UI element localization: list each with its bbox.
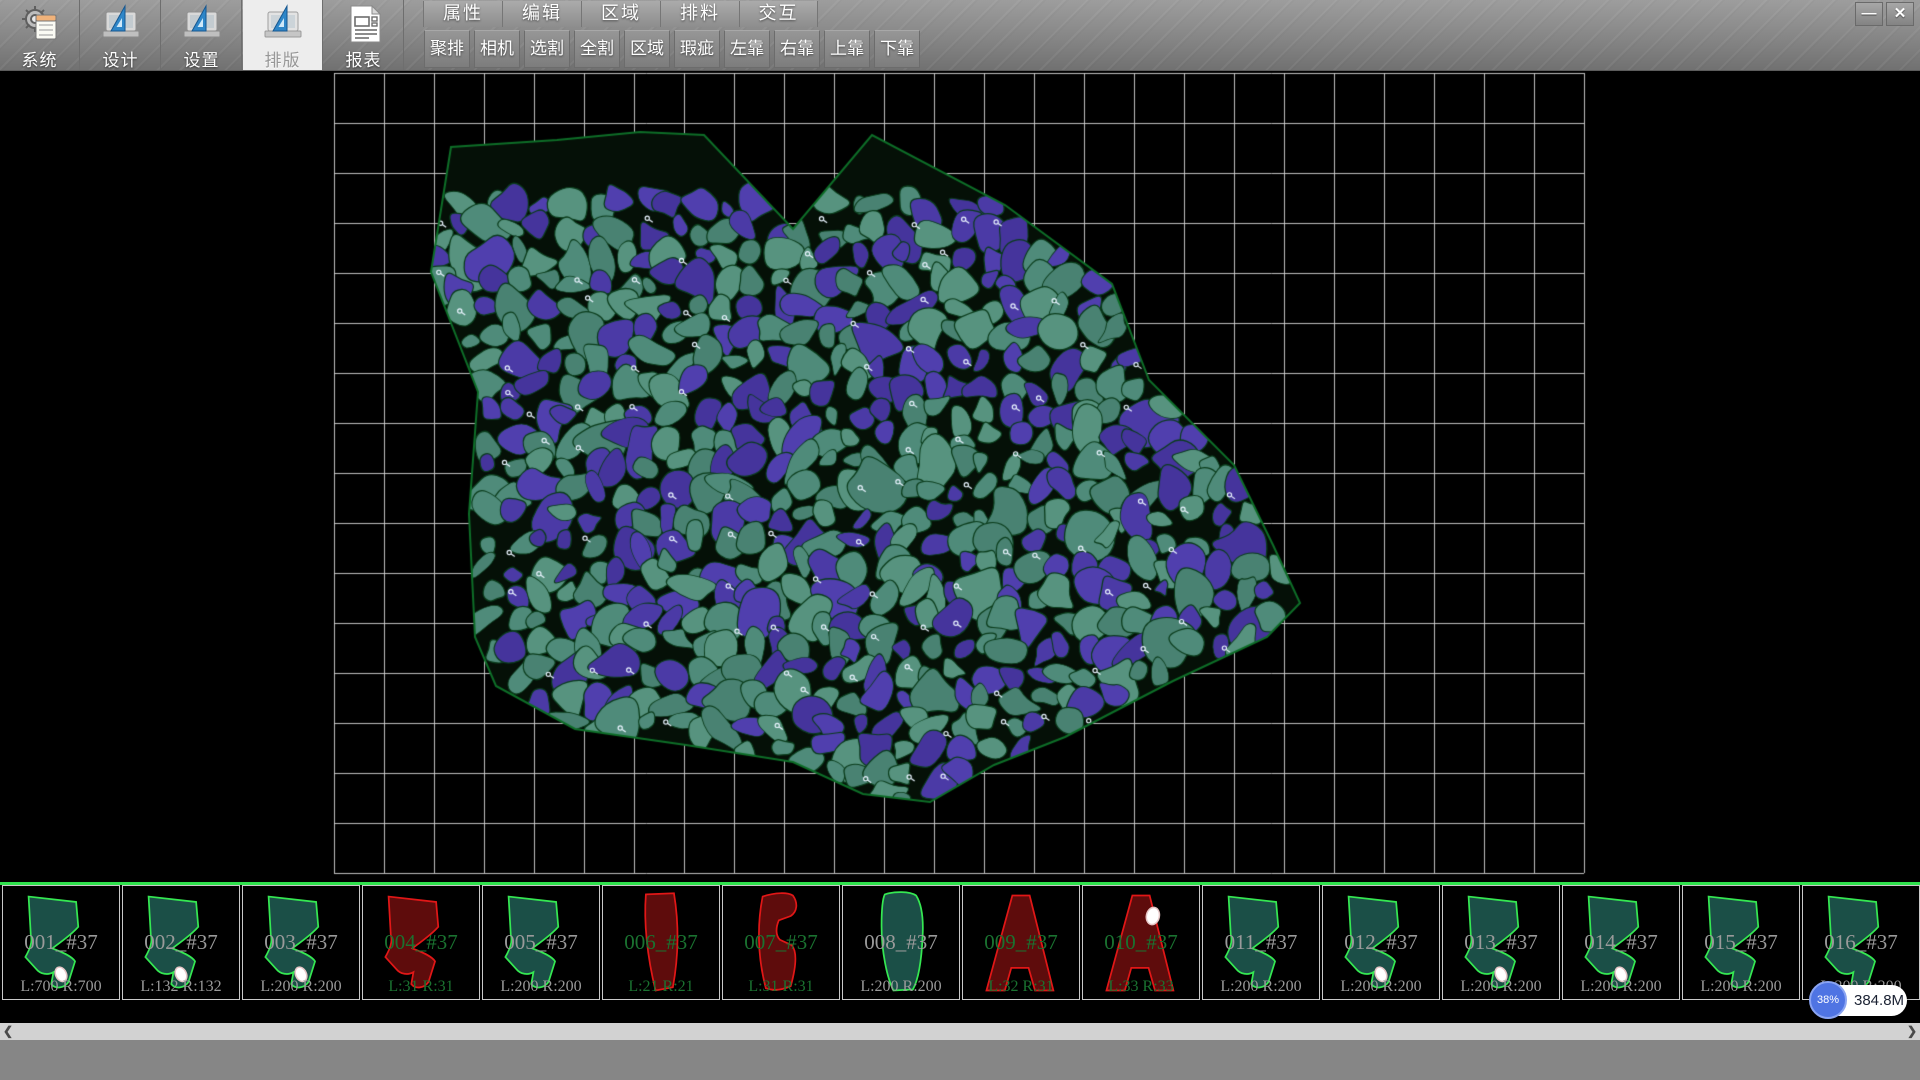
piece-thumbnail-shape: [1687, 888, 1795, 998]
piece-thumbnail-shape: [247, 888, 355, 998]
piece-thumbnail-shape: [367, 888, 475, 998]
piece-thumbnail-shape: [1327, 888, 1435, 998]
action-snap-right[interactable]: 右靠: [774, 30, 820, 68]
action-button-row: 聚排相机选割全割区域瑕疵左靠右靠上靠下靠: [424, 30, 920, 68]
thumb-006-37[interactable]: 006_#37L:21 R:21: [602, 885, 720, 1000]
action-snap-left[interactable]: 左靠: [724, 30, 770, 68]
piece-thumbnail-shape: [1447, 888, 1555, 998]
action-cluster-nest[interactable]: 聚排: [424, 30, 470, 68]
thumb-004-37[interactable]: 004_#37L:31 R:31: [362, 885, 480, 1000]
minimize-button[interactable]: —: [1855, 2, 1883, 26]
toolbar-button-report[interactable]: 报表: [324, 0, 404, 70]
toolbar-button-design[interactable]: 设计: [81, 0, 161, 70]
action-snap-top[interactable]: 上靠: [824, 30, 870, 68]
action-select-cut[interactable]: 选割: [524, 30, 570, 68]
layout-ruler-icon: [262, 3, 304, 45]
action-cut-all[interactable]: 全割: [574, 30, 620, 68]
thumb-015-37[interactable]: 015_#37L:200 R:200: [1682, 885, 1800, 1000]
toolbar-button-label: 设计: [103, 46, 139, 71]
progress-circle: 38%: [1809, 981, 1847, 1019]
piece-thumbnail-shape: [1567, 888, 1675, 998]
piece-thumbnail-shape: [1207, 888, 1315, 998]
design-ruler-icon: [100, 3, 142, 45]
toolbar-button-label: 报表: [346, 46, 382, 71]
close-button[interactable]: ✕: [1886, 2, 1914, 26]
thumb-011-37[interactable]: 011_#37L:200 R:200: [1202, 885, 1320, 1000]
action-region[interactable]: 区域: [624, 30, 670, 68]
thumb-008-37[interactable]: 008_#37L:200 R:200: [842, 885, 960, 1000]
tab-region[interactable]: 区域: [581, 1, 660, 27]
toolbar-button-settings[interactable]: 设置: [162, 0, 242, 70]
menu-tab-row: 属性编辑区域排料交互: [423, 1, 818, 27]
piece-thumbnail-shape: [487, 888, 595, 998]
window-controls: — ✕: [1855, 2, 1914, 26]
piece-thumbnail-shape: [967, 888, 1075, 998]
piece-thumbnail-shape: [127, 888, 235, 998]
report-document-icon: [343, 3, 385, 45]
nesting-canvas[interactable]: [0, 70, 1920, 882]
thumb-001-37[interactable]: 001_#37L:700 R:700: [2, 885, 120, 1000]
toolbar-button-system[interactable]: 系统: [0, 0, 80, 70]
toolbar-button-label: 排版: [265, 46, 301, 71]
toolbar-button-layout[interactable]: 排版: [243, 0, 323, 70]
settings-ruler-icon: [181, 3, 223, 45]
memory-value: 384.8M: [1854, 985, 1904, 1016]
action-camera[interactable]: 相机: [474, 30, 520, 68]
piece-thumbnail-shape: [607, 888, 715, 998]
thumb-013-37[interactable]: 013_#37L:200 R:200: [1442, 885, 1560, 1000]
action-defect[interactable]: 瑕疵: [674, 30, 720, 68]
tab-edit[interactable]: 编辑: [502, 1, 581, 27]
piece-thumbnail-strip: 001_#37L:700 R:700002_#37L:132 R:132003_…: [0, 885, 1920, 1004]
toolbar-button-label: 设置: [184, 46, 220, 71]
piece-thumbnail-shape: [1087, 888, 1195, 998]
horizontal-scrollbar[interactable]: ❮ ❯: [0, 1023, 1920, 1040]
status-bar: [0, 1040, 1920, 1080]
piece-thumbnail-shape: [727, 888, 835, 998]
memory-progress-badge: 38% 384.8M: [1812, 985, 1907, 1016]
main-toolbar: 系统 设计 设置: [0, 0, 1920, 71]
scroll-left-icon[interactable]: ❮: [0, 1023, 16, 1040]
system-gear-icon: [19, 3, 61, 45]
thumb-009-37[interactable]: 009_#37L:32 R:31: [962, 885, 1080, 1000]
toolbar-button-label: 系统: [22, 46, 58, 71]
thumb-014-37[interactable]: 014_#37L:200 R:200: [1562, 885, 1680, 1000]
thumb-010-37[interactable]: 010_#37L:33 R:33: [1082, 885, 1200, 1000]
tab-properties[interactable]: 属性: [423, 1, 502, 27]
action-snap-bottom[interactable]: 下靠: [874, 30, 920, 68]
piece-thumbnail-shape: [7, 888, 115, 998]
piece-thumbnail-shape: [847, 888, 955, 998]
thumb-005-37[interactable]: 005_#37L:200 R:200: [482, 885, 600, 1000]
thumb-007-37[interactable]: 007_#37L:31 R:31: [722, 885, 840, 1000]
thumb-012-37[interactable]: 012_#37L:200 R:200: [1322, 885, 1440, 1000]
thumb-002-37[interactable]: 002_#37L:132 R:132: [122, 885, 240, 1000]
scroll-right-icon[interactable]: ❯: [1904, 1023, 1920, 1040]
tab-nesting[interactable]: 排料: [660, 1, 739, 27]
thumb-003-37[interactable]: 003_#37L:200 R:200: [242, 885, 360, 1000]
tab-interaction[interactable]: 交互: [739, 1, 818, 27]
